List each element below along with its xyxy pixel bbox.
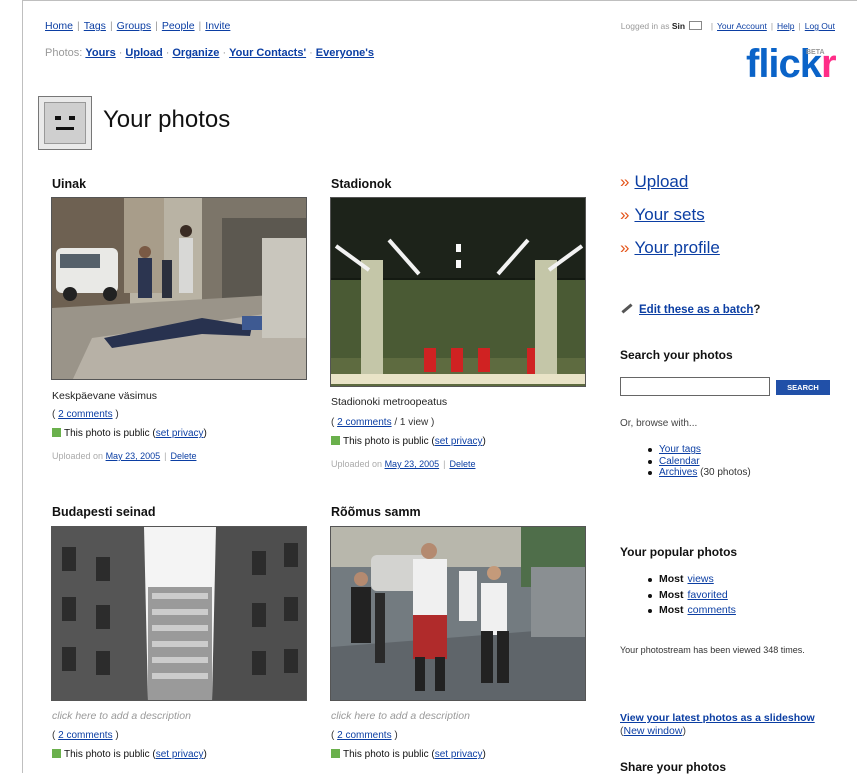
nav-home[interactable]: Home xyxy=(45,20,73,32)
views-count: / 1 view xyxy=(394,417,429,428)
list-item: Most comments xyxy=(648,603,736,619)
comments-link[interactable]: 2 comments xyxy=(58,409,112,420)
logged-in-label: Logged in as xyxy=(620,21,670,31)
photo-privacy: This photo is public (set privacy) xyxy=(52,428,207,439)
list-item: Most favorited xyxy=(648,588,736,604)
upload-info: Uploaded on May 23, 2005 | Delete xyxy=(52,451,197,461)
sidebar-link-sets[interactable]: » Your sets xyxy=(620,205,705,225)
photo-title[interactable]: Stadionok xyxy=(331,177,391,191)
photostream-views: Your photostream has been viewed 348 tim… xyxy=(620,645,805,655)
photo-thumbnail-street[interactable] xyxy=(51,197,307,380)
slideshow-link[interactable]: View your latest photos as a slideshow xyxy=(620,712,815,724)
list-item: Your tags xyxy=(648,444,751,456)
photo-comments: ( 2 comments ) xyxy=(52,409,119,420)
nav-tags[interactable]: Tags xyxy=(84,20,106,32)
set-privacy-link[interactable]: set privacy xyxy=(156,428,204,439)
mail-icon[interactable] xyxy=(689,21,703,30)
slideshow: View your latest photos as a slideshow (… xyxy=(620,712,815,737)
search-button[interactable]: SEARCH xyxy=(776,380,830,395)
photo-title[interactable]: Budapesti seinad xyxy=(52,505,156,519)
comments-link[interactable]: 2 comments xyxy=(337,730,391,741)
nav-people[interactable]: People xyxy=(162,20,195,32)
public-icon xyxy=(52,749,61,758)
photos-subnav: Photos: Yours · Upload · Organize · Your Conta… xyxy=(45,47,375,59)
edit-batch: Edit these as a batch? xyxy=(621,303,760,316)
subnav-contacts[interactable]: Your Contacts' xyxy=(229,47,306,59)
photo-thumbnail-dancers[interactable] xyxy=(330,526,586,701)
photo-privacy: This photo is public (set privacy) xyxy=(331,436,486,447)
arrow-icon: » xyxy=(620,238,630,257)
subnav-upload[interactable]: Upload xyxy=(125,47,162,59)
photo-description[interactable]: Keskpäevane väsimus xyxy=(52,390,157,402)
username: Sin xyxy=(671,21,686,31)
most-views-link[interactable]: views xyxy=(688,573,714,585)
most-favorited-link[interactable]: favorited xyxy=(688,589,728,601)
comments-link[interactable]: 2 comments xyxy=(337,417,391,428)
pencil-icon xyxy=(621,303,633,314)
calendar-link[interactable]: Calendar xyxy=(659,456,700,467)
sidebar-link-profile[interactable]: » Your profile xyxy=(620,238,720,258)
new-window-link[interactable]: New window xyxy=(624,725,683,737)
arrow-icon: » xyxy=(620,172,630,191)
photo-comments: ( 2 comments ) xyxy=(331,730,398,741)
list-item: Most views xyxy=(648,572,736,588)
photo-description[interactable]: Stadionoki metroopeatus xyxy=(331,396,447,408)
set-privacy-link[interactable]: set privacy xyxy=(435,436,483,447)
subnav-yours[interactable]: Yours xyxy=(85,47,115,59)
sidebar-link-upload[interactable]: » Upload xyxy=(620,172,688,192)
public-icon xyxy=(331,749,340,758)
subnav-everyones[interactable]: Everyone's xyxy=(316,47,374,59)
list-item: Archives (30 photos) xyxy=(648,467,751,479)
photo-title[interactable]: Rõõmus samm xyxy=(331,505,421,519)
your-tags-link[interactable]: Your tags xyxy=(659,444,701,455)
browse-list: Your tags Calendar Archives (30 photos) xyxy=(648,444,751,479)
arrow-icon: » xyxy=(620,205,630,224)
upload-date-link[interactable]: May 23, 2005 xyxy=(385,459,440,469)
upload-date-link[interactable]: May 23, 2005 xyxy=(106,451,161,461)
delete-link[interactable]: Delete xyxy=(170,451,196,461)
public-icon xyxy=(331,436,340,445)
comments-link[interactable]: 2 comments xyxy=(58,730,112,741)
archives-link[interactable]: Archives xyxy=(659,467,697,478)
beta-badge: BETA xyxy=(806,49,825,56)
subnav-label: Photos: xyxy=(45,47,83,59)
photo-thumbnail-buildings[interactable] xyxy=(51,526,307,701)
buddy-icon[interactable] xyxy=(38,96,92,150)
subnav-organize[interactable]: Organize xyxy=(172,47,219,59)
search-input[interactable] xyxy=(620,377,770,396)
photo-comments: ( 2 comments / 1 view ) xyxy=(331,417,435,428)
public-icon xyxy=(52,428,61,437)
top-nav: Home | Tags | Groups | People | Invite xyxy=(45,20,231,32)
list-item: Calendar xyxy=(648,456,751,468)
nav-groups[interactable]: Groups xyxy=(117,20,151,32)
edit-batch-link[interactable]: Edit these as a batch xyxy=(639,304,753,316)
photo-comments: ( 2 comments ) xyxy=(52,730,119,741)
photo-privacy: This photo is public (set privacy) xyxy=(52,749,207,760)
account-bar: Logged in as Sin | Your Account | Help | Log … xyxy=(620,21,835,31)
browse-label: Or, browse with... xyxy=(620,418,698,429)
photo-description-placeholder[interactable]: click here to add a description xyxy=(331,710,470,722)
photo-thumbnail-metro[interactable] xyxy=(330,197,586,387)
delete-link[interactable]: Delete xyxy=(449,459,475,469)
search-heading: Search your photos xyxy=(620,348,733,362)
set-privacy-link[interactable]: set privacy xyxy=(156,749,204,760)
photo-privacy: This photo is public (set privacy) xyxy=(331,749,486,760)
popular-list: Most views Most favorited Most comments xyxy=(648,572,736,619)
photo-description-placeholder[interactable]: click here to add a description xyxy=(52,710,191,722)
most-comments-link[interactable]: comments xyxy=(688,604,736,616)
your-account-link[interactable]: Your Account xyxy=(717,21,767,31)
help-link[interactable]: Help xyxy=(777,21,794,31)
photo-title[interactable]: Uinak xyxy=(52,177,86,191)
popular-heading: Your popular photos xyxy=(620,545,738,559)
nav-invite[interactable]: Invite xyxy=(205,20,230,32)
set-privacy-link[interactable]: set privacy xyxy=(435,749,483,760)
page-title: Your photos xyxy=(103,106,231,133)
logout-link[interactable]: Log Out xyxy=(805,21,835,31)
upload-info: Uploaded on May 23, 2005 | Delete xyxy=(331,459,476,469)
